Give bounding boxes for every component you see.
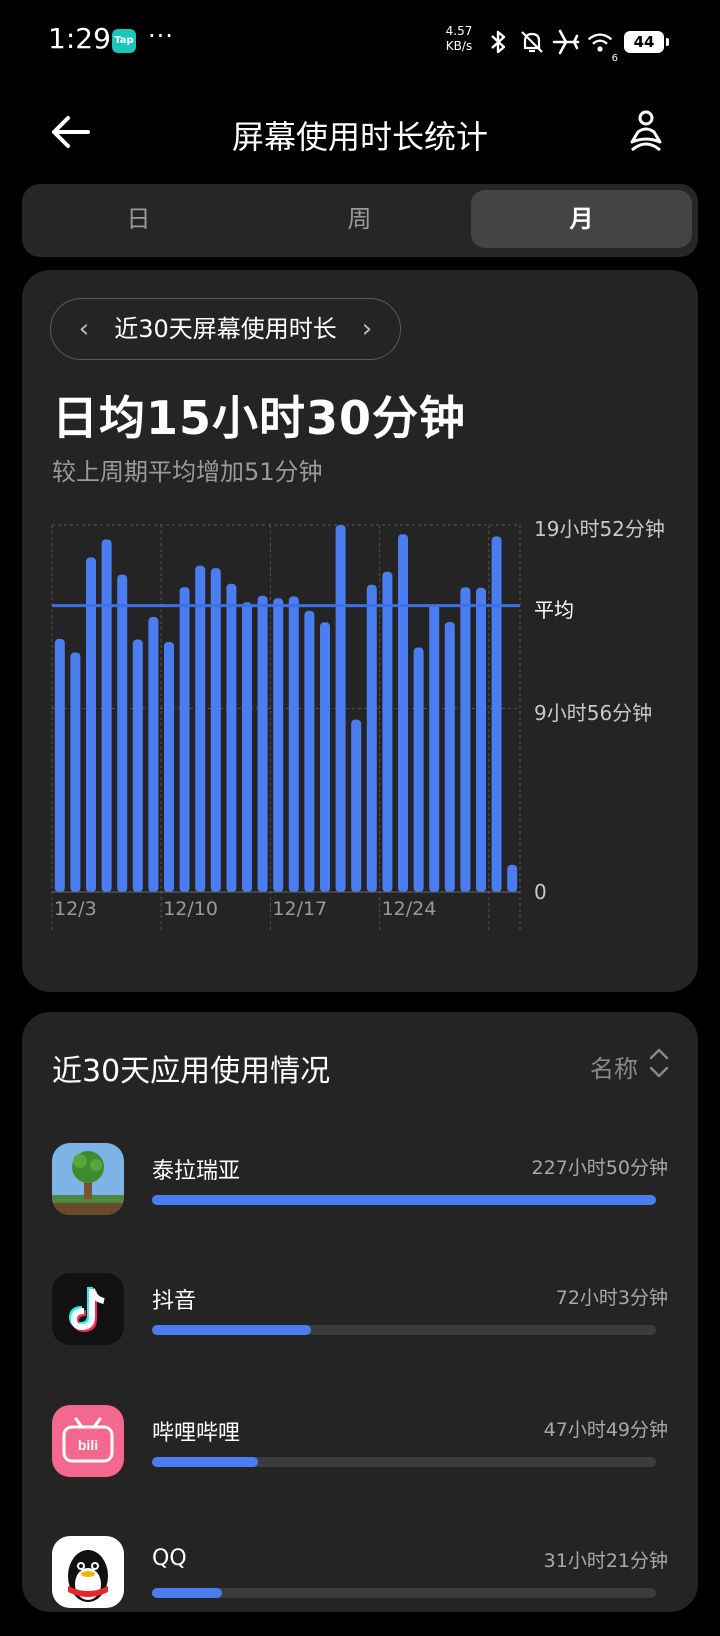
usage-bar xyxy=(195,565,206,892)
usage-bar-chart xyxy=(51,524,521,930)
usage-bar xyxy=(366,584,377,892)
sort-button[interactable]: 名称 xyxy=(590,1046,670,1086)
usage-bar xyxy=(70,652,81,892)
status-time: 1:29 xyxy=(48,22,111,55)
usage-bar xyxy=(164,641,174,892)
usage-bar xyxy=(382,571,393,892)
app-row-douyin[interactable]: 抖音 72小时3分钟 xyxy=(22,1273,698,1373)
app-name: QQ xyxy=(152,1546,187,1571)
network-speed-unit: KB/s xyxy=(445,39,473,53)
usage-progress-track xyxy=(152,1457,656,1467)
app-name: 泰拉瑞亚 xyxy=(152,1159,241,1184)
battery-indicator: 44 xyxy=(624,31,669,53)
qq-icon xyxy=(52,1536,124,1608)
terraria-icon xyxy=(52,1143,124,1215)
period-selector: 日 周 月 xyxy=(22,184,698,257)
x-tick-label: 12/24 xyxy=(381,898,437,920)
usage-progress-track xyxy=(152,1325,656,1335)
usage-bar xyxy=(320,622,330,892)
mute-bell-icon xyxy=(518,28,546,56)
tap-app-icon: Tap xyxy=(112,29,136,53)
page-title: 屏幕使用时长统计 xyxy=(231,118,488,156)
svg-text:bili: bili xyxy=(78,1437,98,1453)
app-duration: 72小时3分钟 xyxy=(555,1287,668,1309)
network-speed-value: 4.57 xyxy=(445,24,473,38)
more-notifications-icon: ··· xyxy=(148,22,174,50)
tab-day[interactable]: 日 xyxy=(28,190,249,248)
usage-progress-fill xyxy=(152,1195,656,1205)
usage-bar xyxy=(257,595,268,892)
tab-week[interactable]: 周 xyxy=(249,190,470,248)
y-tick-label: 19小时52分钟 xyxy=(534,517,665,541)
usage-bar xyxy=(101,539,112,892)
x-tick-label: 12/3 xyxy=(54,898,97,920)
usage-bar xyxy=(413,647,424,892)
app-duration: 47小时49分钟 xyxy=(543,1419,668,1441)
app-bar: 屏幕使用时长统计 xyxy=(0,90,720,176)
usage-progress-fill xyxy=(152,1457,258,1467)
app-name: 抖音 xyxy=(152,1289,197,1314)
usage-bar xyxy=(460,587,471,892)
x-tick-label: 12/17 xyxy=(272,898,328,920)
usage-bar xyxy=(242,602,252,892)
app-row-bilibili[interactable]: bili 哔哩哔哩 47小时49分钟 xyxy=(22,1405,698,1505)
usage-progress-fill xyxy=(152,1588,222,1598)
usage-bar xyxy=(86,557,96,892)
usage-bar xyxy=(491,536,502,892)
usage-bar xyxy=(117,574,128,892)
tab-month[interactable]: 月 xyxy=(471,190,692,248)
usage-bar xyxy=(179,587,190,892)
average-label: 平均 xyxy=(534,597,574,622)
usage-bar xyxy=(335,525,346,892)
app-row-terraria[interactable]: 泰拉瑞亚 227小时50分钟 xyxy=(22,1143,698,1243)
bluetooth-icon xyxy=(484,28,512,56)
usage-bar xyxy=(398,534,408,892)
usage-bar xyxy=(304,610,315,892)
y-tick-label: 9小时56分钟 xyxy=(534,700,653,725)
usage-bar xyxy=(273,598,284,892)
wifi-badge: 6 xyxy=(611,53,618,64)
y-tick-label: 0 xyxy=(534,880,547,904)
usage-bar xyxy=(226,583,237,892)
app-duration: 227小时50分钟 xyxy=(531,1157,668,1179)
apps-section-title: 近30天应用使用情况 xyxy=(52,1054,331,1089)
app-name: 哔哩哔哩 xyxy=(152,1421,241,1446)
sort-updown-icon xyxy=(648,1047,670,1085)
usage-bar xyxy=(148,617,159,892)
app-row-qq[interactable]: QQ 31小时21分钟 xyxy=(22,1536,698,1636)
network-speed: 4.57 KB/s xyxy=(440,24,478,54)
app-duration: 31小时21分钟 xyxy=(543,1550,668,1572)
usage-progress-track xyxy=(152,1588,656,1598)
usage-bar xyxy=(429,604,440,892)
usage-bar xyxy=(132,639,143,892)
app-usage-card: 近30天应用使用情况 名称 泰拉瑞亚 227小时50分钟 抖音 72小时3分钟 … xyxy=(22,1012,698,1612)
wifi-icon: 6 xyxy=(586,28,618,64)
usage-progress-fill xyxy=(152,1325,312,1335)
status-bar: 1:29 Tap ··· 4.57 KB/s 6 44 xyxy=(0,0,720,84)
airplane-mode-icon xyxy=(552,28,580,56)
meditation-icon[interactable] xyxy=(622,108,670,156)
usage-bar xyxy=(351,719,362,892)
douyin-icon xyxy=(52,1273,124,1345)
bilibili-icon: bili xyxy=(52,1405,124,1477)
status-icons: 6 44 xyxy=(484,24,669,64)
usage-bar xyxy=(288,596,299,892)
usage-bar xyxy=(444,621,455,892)
sort-label: 名称 xyxy=(590,1054,638,1083)
usage-bar xyxy=(54,638,65,892)
usage-bar xyxy=(507,864,518,892)
usage-bar xyxy=(210,568,221,892)
usage-progress-track xyxy=(152,1195,656,1205)
x-tick-label: 12/10 xyxy=(163,898,218,920)
usage-summary-card: ‹ 近30天屏幕使用时长 › 日均15小时30分钟 较上周期平均增加51分钟 1… xyxy=(22,270,698,992)
usage-bar xyxy=(476,587,486,892)
